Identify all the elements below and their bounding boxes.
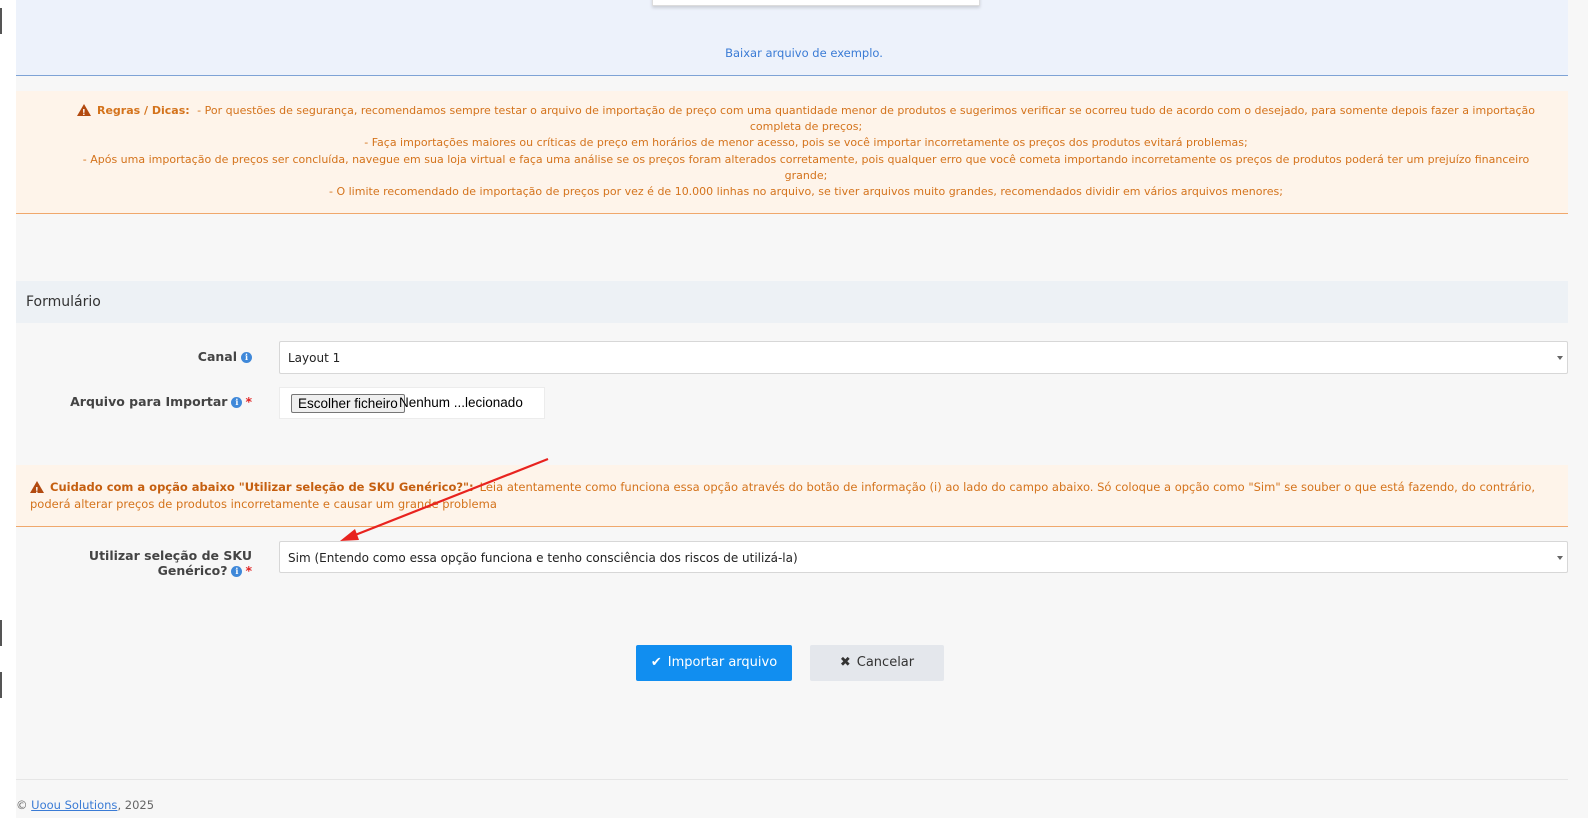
rail-marker [0,620,2,646]
left-rail [0,0,16,818]
main-content: Baixar arquivo de exemplo. Regras / Dica… [16,0,1568,818]
rail-marker [0,672,2,698]
annotation-arrow-head [340,529,359,541]
annotation-arrow-shaft [349,457,549,539]
rail-marker [0,8,2,34]
annotation-arrow [340,457,549,541]
